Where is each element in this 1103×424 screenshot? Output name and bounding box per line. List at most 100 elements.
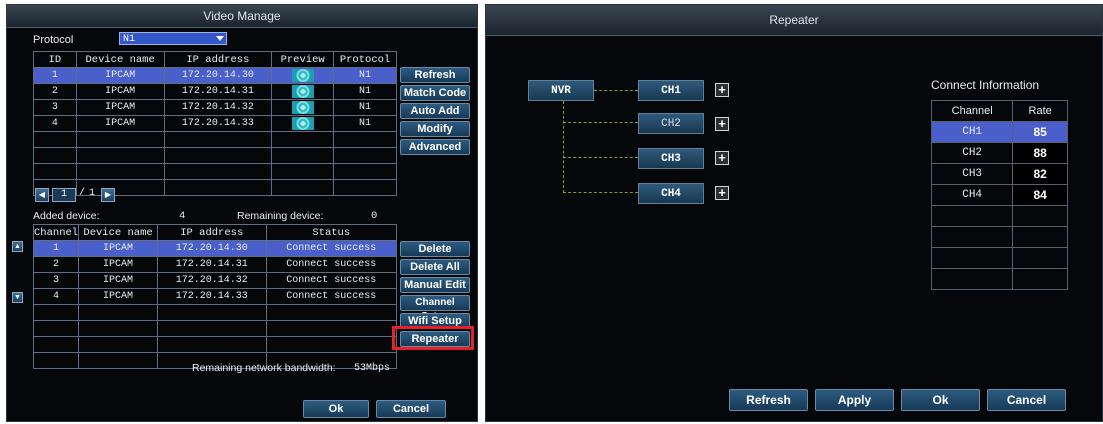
next-page-button[interactable]: ▶ [101, 188, 115, 202]
cell-preview[interactable] [271, 83, 335, 100]
link-line [563, 192, 638, 193]
ok-button[interactable]: Ok [901, 389, 980, 411]
connect-info-table: Channel Rate CH1 85 CH2 88 CH3 82 CH4 84 [930, 100, 1068, 290]
cell-ip: 172.20.14.33 [156, 288, 267, 305]
remaining-device-count: 0 [371, 210, 378, 222]
added-device-count: 4 [179, 210, 186, 222]
cancel-button[interactable]: Cancel [376, 400, 446, 418]
connect-info-title: Connect Information [931, 78, 1040, 92]
preview-icon [291, 84, 314, 98]
nvr-node: NVR [528, 80, 594, 101]
channel-node-ch3[interactable]: CH3 [638, 148, 704, 169]
chevron-down-icon [216, 36, 224, 41]
cell-ip: 172.20.14.30 [156, 240, 267, 257]
channel-setup-button[interactable]: Channel Setup [400, 295, 470, 322]
bandwidth-label: Remaining network bandwidth: [192, 362, 336, 374]
cell-device: IPCAM [78, 240, 158, 257]
refresh-button[interactable]: Refresh [729, 389, 808, 411]
chevron-left-icon: ◀ [38, 190, 46, 199]
page-total: 1 [89, 188, 96, 199]
auto-add-button[interactable]: Auto Add [400, 103, 470, 119]
table-row[interactable]: 3 IPCAM 172.20.14.32 N1 [33, 99, 397, 116]
scroll-up-button[interactable]: ▲ [12, 241, 23, 252]
cell-preview[interactable] [271, 99, 335, 116]
channel-node-ch2[interactable]: CH2 [638, 113, 704, 134]
cell-status: Connect success [265, 288, 397, 305]
refresh-button[interactable]: Refresh [400, 67, 470, 83]
add-icon[interactable]: + [715, 117, 729, 131]
cell-preview[interactable] [271, 115, 335, 132]
match-code-button[interactable]: Match Code [400, 85, 470, 101]
page-input[interactable]: 1 [52, 188, 76, 202]
cell-device: IPCAM [75, 67, 165, 84]
preview-icon [291, 116, 314, 130]
protocol-select-value: N1 [123, 34, 136, 45]
col-device-name: Device name [78, 224, 158, 241]
cell-device: IPCAM [75, 83, 165, 100]
table-row[interactable]: CH3 82 [930, 163, 1068, 185]
table-row-empty [33, 147, 397, 164]
table-row[interactable]: 3 IPCAM 172.20.14.32 Connect success [32, 272, 397, 289]
table-row[interactable]: 1 IPCAM 172.20.14.30 N1 [33, 67, 397, 84]
apply-button[interactable]: Apply [815, 389, 894, 411]
delete-all-button[interactable]: Delete All [400, 259, 470, 275]
added-device-label: Added device: [33, 210, 100, 222]
delete-button[interactable]: Delete [400, 241, 470, 257]
table-row[interactable]: 2 IPCAM 172.20.14.31 Connect success [32, 256, 397, 273]
cell-protocol: N1 [333, 99, 397, 116]
cell-device: IPCAM [78, 288, 158, 305]
scroll-down-button[interactable]: ▼ [12, 292, 23, 303]
cell-ip: 172.20.14.33 [163, 115, 273, 132]
repeater-dialog: Repeater NVR CH1 CH2 CH3 CH4 + + + + Con… [485, 4, 1103, 422]
manual-edit-button[interactable]: Manual Edit [400, 277, 470, 293]
cell-protocol: N1 [333, 115, 397, 132]
add-icon[interactable]: + [715, 186, 729, 200]
cell-id: 1 [33, 67, 77, 84]
cell-channel: CH2 [930, 142, 1014, 164]
prev-page-button[interactable]: ◀ [35, 188, 49, 202]
cancel-button[interactable]: Cancel [987, 389, 1066, 411]
cell-status: Connect success [265, 256, 397, 273]
col-device-name: Device name [75, 51, 165, 68]
col-preview: Preview [271, 51, 335, 68]
cell-channel: 2 [32, 256, 80, 273]
chevron-right-icon: ▶ [104, 190, 112, 199]
table-row[interactable]: 4 IPCAM 172.20.14.33 N1 [33, 115, 397, 132]
protocol-select[interactable]: N1 [119, 32, 227, 45]
table-row-empty [930, 247, 1068, 269]
cell-status: Connect success [265, 240, 397, 257]
cell-preview[interactable] [271, 67, 335, 84]
table-row[interactable]: CH2 88 [930, 142, 1068, 164]
col-ip: IP address [163, 51, 273, 68]
dialog-title: Repeater [486, 5, 1102, 36]
bandwidth-value: 53Mbps [354, 363, 391, 374]
advanced-button[interactable]: Advanced [400, 139, 470, 155]
cell-device: IPCAM [75, 115, 165, 132]
add-icon[interactable]: + [715, 151, 729, 165]
cell-device: IPCAM [75, 99, 165, 116]
table-row-empty [32, 336, 397, 353]
table-row[interactable]: 2 IPCAM 172.20.14.31 N1 [33, 83, 397, 100]
table-row[interactable]: CH1 85 [930, 121, 1068, 143]
cell-ip: 172.20.14.30 [163, 67, 273, 84]
channel-node-ch1[interactable]: CH1 [638, 80, 704, 101]
highlight-box [392, 326, 474, 350]
arrow-down-icon: ▼ [14, 294, 21, 301]
cell-id: 3 [33, 99, 77, 116]
page-separator: / [79, 188, 86, 199]
cell-rate: 82 [1012, 163, 1068, 185]
channel-node-ch4[interactable]: CH4 [638, 183, 704, 204]
table-row-empty [33, 163, 397, 180]
cell-protocol: N1 [333, 83, 397, 100]
table-row[interactable]: CH4 84 [930, 184, 1068, 206]
table-row[interactable]: 4 IPCAM 172.20.14.33 Connect success [32, 288, 397, 305]
preview-icon [291, 68, 314, 82]
table-row[interactable]: 1 IPCAM 172.20.14.30 Connect success [32, 240, 397, 257]
modify-button[interactable]: Modify [400, 121, 470, 137]
ok-button[interactable]: Ok [303, 400, 369, 418]
add-icon[interactable]: + [715, 83, 729, 97]
table-row-empty [930, 226, 1068, 248]
remaining-device-label: Remaining device: [237, 210, 324, 222]
cell-ip: 172.20.14.31 [156, 256, 267, 273]
col-channel: Channel [930, 100, 1014, 122]
